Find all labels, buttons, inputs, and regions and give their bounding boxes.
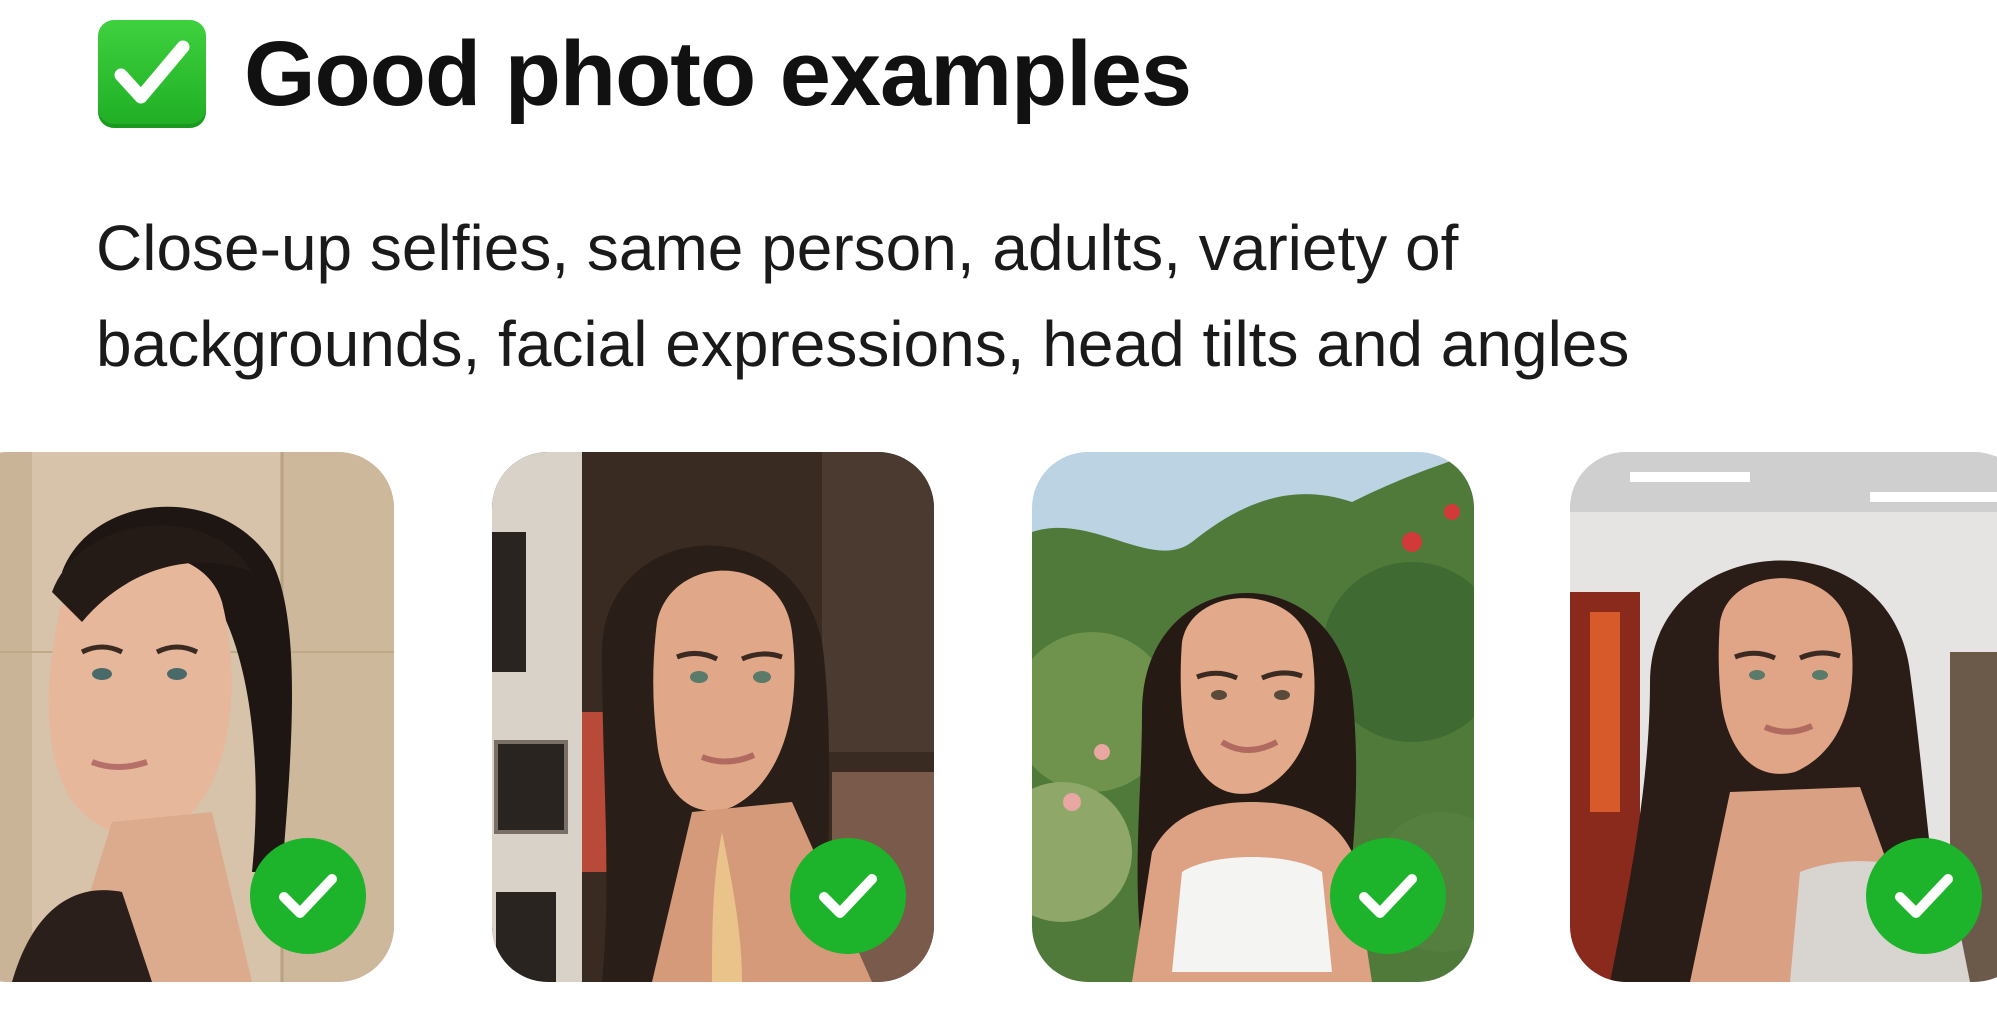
section-description: Close-up selfies, same person, adults, v… — [96, 200, 1936, 392]
check-circle-icon — [250, 838, 366, 954]
check-circle-icon — [1330, 838, 1446, 954]
check-mark-button-icon — [98, 20, 206, 128]
check-circle-icon — [1866, 838, 1982, 954]
description-line-1: Close-up selfies, same person, adults, v… — [96, 212, 1459, 284]
check-circle-icon — [790, 838, 906, 954]
section-header: Good photo examples — [98, 20, 1192, 128]
section-title: Good photo examples — [244, 23, 1192, 125]
description-line-2: backgrounds, facial expressions, head ti… — [96, 308, 1630, 380]
